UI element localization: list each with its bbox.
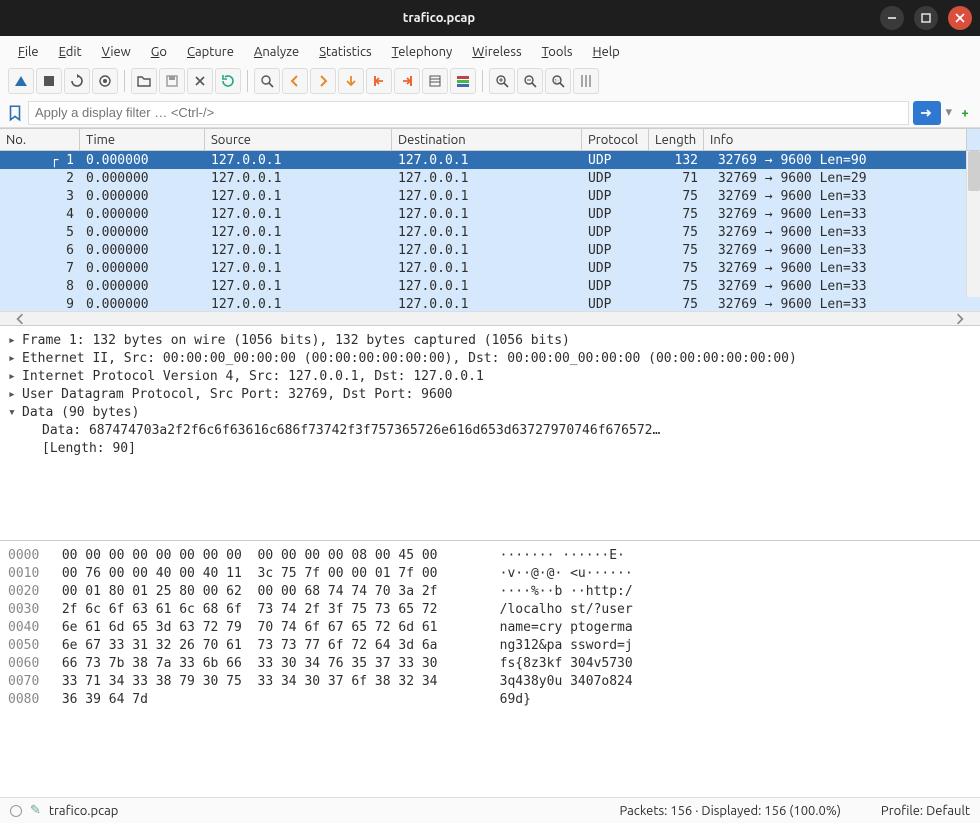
hex-row[interactable]: 0010 00 76 00 00 40 00 40 11 3c 75 7f 00… [8, 565, 972, 583]
statusbar: ✎ trafico.pcap Packets: 156 · Displayed:… [0, 797, 980, 823]
window-close-button[interactable] [948, 6, 972, 30]
column-header-no[interactable]: No. [0, 129, 80, 150]
display-filter-input[interactable] [28, 101, 909, 125]
column-header-length[interactable]: Length [649, 129, 704, 150]
window-title: trafico.pcap [8, 11, 870, 25]
close-file-button[interactable] [187, 68, 213, 94]
menu-go[interactable]: Go [143, 43, 175, 61]
hex-row[interactable]: 0080 36 39 64 7d 69d} [8, 691, 972, 709]
hex-row[interactable]: 0040 6e 61 6d 65 3d 63 72 79 70 74 6f 67… [8, 619, 972, 637]
column-header-source[interactable]: Source [205, 129, 392, 150]
tree-udp[interactable]: ▸User Datagram Protocol, Src Port: 32769… [8, 386, 972, 404]
expand-icon[interactable]: ▸ [8, 350, 22, 368]
zoom-out-button[interactable] [517, 68, 543, 94]
menu-file[interactable]: File [10, 43, 47, 61]
menubar: File Edit View Go Capture Analyze Statis… [0, 36, 980, 64]
shark-fin-icon[interactable] [8, 68, 34, 94]
scroll-left-icon[interactable] [14, 313, 26, 325]
expand-icon[interactable]: ▸ [8, 332, 22, 350]
menu-wireless[interactable]: Wireless [464, 43, 529, 61]
window-minimize-button[interactable] [880, 6, 904, 30]
capture-options-button[interactable] [92, 68, 118, 94]
open-file-button[interactable] [131, 68, 157, 94]
expand-icon[interactable]: ▸ [8, 368, 22, 386]
menu-tools[interactable]: Tools [534, 43, 581, 61]
tree-frame[interactable]: ▸Frame 1: 132 bytes on wire (1056 bits),… [8, 332, 972, 350]
go-first-button[interactable] [366, 68, 392, 94]
packet-details-pane[interactable]: ▸Frame 1: 132 bytes on wire (1056 bits),… [0, 326, 980, 541]
menu-telephony[interactable]: Telephony [384, 43, 461, 61]
packet-row[interactable]: 60.000000127.0.0.1127.0.0.1UDP75 32769 →… [0, 241, 980, 259]
packet-list-scrollbar[interactable] [966, 151, 980, 297]
hex-row[interactable]: 0000 00 00 00 00 00 00 00 00 00 00 00 00… [8, 547, 972, 565]
menu-analyze[interactable]: Analyze [246, 43, 307, 61]
menu-edit[interactable]: Edit [51, 43, 90, 61]
toolbar: 1:1 [0, 64, 980, 98]
tree-ip[interactable]: ▸Internet Protocol Version 4, Src: 127.0… [8, 368, 972, 386]
packet-row[interactable]: 90.000000127.0.0.1127.0.0.1UDP75 32769 →… [0, 295, 980, 311]
menu-view[interactable]: View [94, 43, 139, 61]
menu-capture[interactable]: Capture [179, 43, 242, 61]
expand-icon[interactable]: ▸ [8, 386, 22, 404]
hex-row[interactable]: 0050 6e 67 33 31 32 26 70 61 73 73 77 6f… [8, 637, 972, 655]
packet-row[interactable]: 80.000000127.0.0.1127.0.0.1UDP75 32769 →… [0, 277, 980, 295]
go-to-packet-button[interactable] [338, 68, 364, 94]
find-button[interactable] [254, 68, 280, 94]
filter-dropdown-icon[interactable]: ▾ [945, 105, 952, 120]
status-packets: Packets: 156 · Displayed: 156 (100.0%) [619, 804, 840, 818]
hex-row[interactable]: 0030 2f 6c 6f 63 61 6c 68 6f 73 74 2f 3f… [8, 601, 972, 619]
autoscroll-button[interactable] [422, 68, 448, 94]
packet-list-hscrollbar[interactable] [0, 311, 980, 325]
apply-filter-button[interactable] [913, 101, 941, 125]
scroll-right-icon[interactable] [954, 313, 966, 325]
edit-capture-comment-icon[interactable]: ✎ [30, 803, 41, 818]
tree-data-length[interactable]: [Length: 90] [8, 440, 972, 458]
tree-data[interactable]: ▾Data (90 bytes) [8, 404, 972, 422]
packet-bytes-pane[interactable]: 0000 00 00 00 00 00 00 00 00 00 00 00 00… [0, 541, 980, 797]
packet-row[interactable]: ┌ 10.000000127.0.0.1127.0.0.1UDP132 3276… [0, 151, 980, 169]
scrollbar-header-spacer [966, 129, 980, 150]
svg-text:1:1: 1:1 [554, 78, 562, 85]
column-header-info[interactable]: Info [704, 129, 966, 150]
window-maximize-button[interactable] [914, 6, 938, 30]
stop-capture-button[interactable] [36, 68, 62, 94]
packet-list-header: No. Time Source Destination Protocol Len… [0, 129, 980, 151]
packet-row[interactable]: 40.000000127.0.0.1127.0.0.1UDP75 32769 →… [0, 205, 980, 223]
go-back-button[interactable] [282, 68, 308, 94]
bookmark-icon[interactable] [6, 104, 24, 122]
save-file-button[interactable] [159, 68, 185, 94]
status-profile[interactable]: Profile: Default [881, 804, 970, 818]
hex-row[interactable]: 0070 33 71 34 33 38 79 30 75 33 34 30 37… [8, 673, 972, 691]
go-last-button[interactable] [394, 68, 420, 94]
status-file: trafico.pcap [49, 804, 119, 818]
column-header-protocol[interactable]: Protocol [582, 129, 649, 150]
tree-data-hex[interactable]: Data: 687474703a2f2f6c6f63616c686f73742f… [8, 422, 972, 440]
colorize-button[interactable] [450, 68, 476, 94]
hex-row[interactable]: 0020 00 01 80 01 25 80 00 62 00 00 68 74… [8, 583, 972, 601]
expert-info-icon[interactable] [10, 805, 22, 817]
menu-help[interactable]: Help [585, 43, 628, 61]
zoom-reset-button[interactable]: 1:1 [545, 68, 571, 94]
packet-row[interactable]: 70.000000127.0.0.1127.0.0.1UDP75 32769 →… [0, 259, 980, 277]
column-header-dest[interactable]: Destination [392, 129, 582, 150]
tree-ethernet[interactable]: ▸Ethernet II, Src: 00:00:00_00:00:00 (00… [8, 350, 972, 368]
window-titlebar: trafico.pcap [0, 0, 980, 36]
hex-row[interactable]: 0060 66 73 7b 38 7a 33 6b 66 33 30 34 76… [8, 655, 972, 673]
packet-row[interactable]: 20.000000127.0.0.1127.0.0.1UDP71 32769 →… [0, 169, 980, 187]
packet-row[interactable]: 30.000000127.0.0.1127.0.0.1UDP75 32769 →… [0, 187, 980, 205]
packet-row[interactable]: 50.000000127.0.0.1127.0.0.1UDP75 32769 →… [0, 223, 980, 241]
restart-capture-button[interactable] [64, 68, 90, 94]
reload-button[interactable] [215, 68, 241, 94]
menu-statistics[interactable]: Statistics [311, 43, 379, 61]
zoom-in-button[interactable] [489, 68, 515, 94]
go-forward-button[interactable] [310, 68, 336, 94]
column-header-time[interactable]: Time [80, 129, 205, 150]
add-filter-button[interactable]: + [956, 104, 974, 122]
display-filter-bar: ▾ + [0, 98, 980, 128]
resize-columns-button[interactable] [573, 68, 599, 94]
packet-list-pane: No. Time Source Destination Protocol Len… [0, 128, 980, 326]
collapse-icon[interactable]: ▾ [8, 404, 22, 422]
